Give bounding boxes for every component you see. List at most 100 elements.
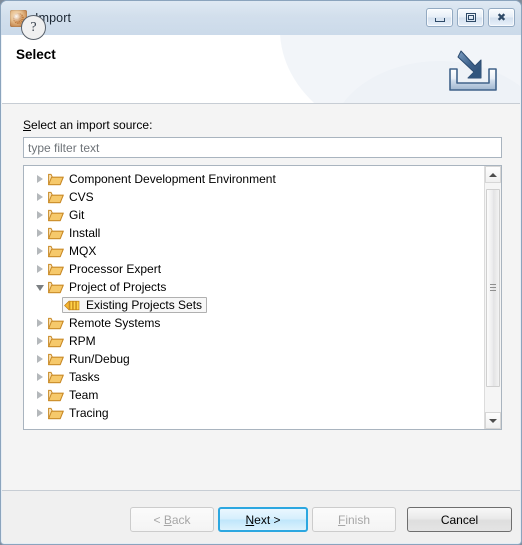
tree-item[interactable]: Component Development Environment — [24, 170, 484, 188]
close-button[interactable]: ✖ — [488, 8, 515, 27]
chevron-right-icon[interactable] — [34, 332, 48, 350]
tree-item-label: Install — [69, 226, 101, 240]
chevron-right-icon[interactable] — [34, 350, 48, 368]
chevron-right-icon[interactable] — [34, 206, 48, 224]
tree-item[interactable]: Project of Projects — [24, 278, 484, 296]
folder-icon — [48, 280, 64, 294]
tree-item[interactable]: Tracing — [24, 404, 484, 422]
tree-item-label: Git — [69, 208, 85, 222]
minimize-button[interactable] — [426, 8, 453, 27]
title-bar: Import ✖ — [1, 1, 521, 35]
chevron-right-icon[interactable] — [34, 188, 48, 206]
back-button[interactable]: < Back — [130, 507, 214, 532]
chevron-right-icon[interactable] — [34, 386, 48, 404]
tree-item[interactable]: Remote Systems — [24, 314, 484, 332]
scrollbar-thumb[interactable] — [486, 189, 500, 387]
back-button-label: < Back — [153, 512, 191, 527]
chevron-right-icon[interactable] — [34, 242, 48, 260]
tree-item[interactable]: Existing Projects Sets — [24, 296, 484, 314]
tree-item-content: Component Development Environment — [48, 172, 276, 186]
folder-icon — [48, 370, 64, 384]
tree-item[interactable]: CVS — [24, 188, 484, 206]
page-title: Select — [16, 47, 56, 62]
wizard-header: Select — [2, 35, 520, 104]
folder-icon — [48, 406, 64, 420]
finish-button-label: Finish — [337, 512, 371, 527]
tree-item[interactable]: Git — [24, 206, 484, 224]
tree-item-content: Team — [48, 388, 98, 402]
tree-item[interactable]: MQX — [24, 242, 484, 260]
import-source-tree[interactable]: Component Development Environment CVS Git I… — [23, 165, 502, 430]
folder-icon — [48, 334, 64, 348]
tree-item-content: Tracing — [48, 406, 109, 420]
cancel-button-label: Cancel — [440, 512, 479, 527]
tree-item-selection: Existing Projects Sets — [62, 297, 208, 313]
chevron-right-icon[interactable] — [34, 314, 48, 332]
scrollbar-grip-icon — [490, 284, 496, 292]
tree-item-label: Run/Debug — [69, 352, 130, 366]
scroll-up-arrow-icon — [489, 172, 497, 177]
help-button[interactable]: ? — [21, 15, 46, 40]
folder-icon — [48, 388, 64, 402]
folder-icon — [48, 226, 64, 240]
tree-item-content: CVS — [48, 190, 94, 204]
tree-item-label: Tasks — [69, 370, 100, 384]
import-source-label: Select an import source: — [23, 118, 152, 132]
import-source-label-mnemonic: S — [23, 118, 32, 132]
tree-item-label: Existing Projects Sets — [86, 298, 203, 312]
next-button[interactable]: Next > — [218, 507, 308, 532]
chevron-right-icon[interactable] — [34, 404, 48, 422]
restore-button[interactable] — [457, 8, 484, 27]
tree-item-content: Run/Debug — [48, 352, 130, 366]
import-source-label-rest: elect an import source: — [31, 118, 153, 132]
chevron-right-icon[interactable] — [34, 224, 48, 242]
folder-icon — [48, 316, 64, 330]
chevron-right-icon[interactable] — [34, 170, 48, 188]
folder-icon — [48, 262, 64, 276]
project-set-icon — [64, 299, 81, 312]
dialog-body: Select an import source: Component Devel… — [2, 104, 520, 512]
tree-item-content: Install — [48, 226, 100, 240]
tree-item[interactable]: Processor Expert — [24, 260, 484, 278]
filter-input[interactable] — [23, 137, 502, 158]
scroll-up-button[interactable] — [485, 166, 501, 183]
window-controls: ✖ — [426, 8, 515, 27]
chevron-right-icon[interactable] — [34, 260, 48, 278]
tree-rows-container: Component Development Environment CVS Git I… — [24, 166, 484, 429]
folder-icon — [48, 172, 64, 186]
cancel-button[interactable]: Cancel — [407, 507, 512, 532]
close-icon: ✖ — [496, 11, 507, 24]
tree-item-content: Git — [48, 208, 84, 222]
tree-item-label: Processor Expert — [69, 262, 162, 276]
tree-item[interactable]: Install — [24, 224, 484, 242]
tree-item-label: Remote Systems — [69, 316, 161, 330]
folder-icon — [48, 352, 64, 366]
folder-icon — [48, 190, 64, 204]
tree-item-label: MQX — [69, 244, 97, 258]
folder-icon — [48, 208, 64, 222]
scroll-down-button[interactable] — [485, 412, 501, 429]
chevron-right-icon[interactable] — [34, 368, 48, 386]
tree-item-content: Tasks — [48, 370, 100, 384]
import-dialog-window: Import ✖ Select Select an import source:… — [0, 0, 522, 545]
tree-item-label: Tracing — [69, 406, 109, 420]
folder-icon — [48, 244, 64, 258]
tree-item-content: Project of Projects — [48, 280, 166, 294]
tree-item[interactable]: Tasks — [24, 368, 484, 386]
tree-item-content: Remote Systems — [48, 316, 160, 330]
finish-button[interactable]: Finish — [312, 507, 396, 532]
minimize-icon — [434, 17, 445, 22]
tree-item-content: RPM — [48, 334, 96, 348]
tree-vertical-scrollbar[interactable] — [484, 166, 501, 429]
import-arrow-into-tray-icon — [449, 50, 497, 91]
tree-item[interactable]: Run/Debug — [24, 350, 484, 368]
tree-item-label: Team — [69, 388, 99, 402]
tree-item-label: Project of Projects — [69, 280, 167, 294]
restore-icon — [465, 13, 476, 22]
chevron-down-icon[interactable] — [34, 278, 48, 296]
tree-item[interactable]: RPM — [24, 332, 484, 350]
tree-item-label: CVS — [69, 190, 94, 204]
tree-item-label: Component Development Environment — [69, 172, 276, 186]
tree-item-label: RPM — [69, 334, 96, 348]
tree-item[interactable]: Team — [24, 386, 484, 404]
